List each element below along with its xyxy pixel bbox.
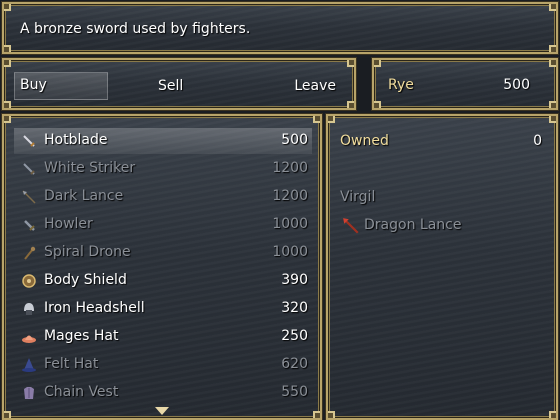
item-price: 1000 — [272, 244, 308, 260]
owned-count: 0 — [533, 133, 542, 149]
frame-corner — [313, 116, 320, 123]
item-price: 500 — [281, 132, 308, 148]
spear-icon — [343, 218, 359, 234]
item-name: Spiral Drone — [44, 244, 131, 260]
item-name: Iron Headshell — [44, 300, 145, 316]
frame-corner — [313, 411, 320, 418]
frame-corner — [549, 4, 556, 11]
shop-item-row[interactable]: Spiral Drone 1000 — [14, 240, 312, 266]
shop-item-row[interactable]: Chain Vest 550 — [14, 380, 312, 406]
leave-command[interactable]: Leave — [294, 76, 336, 98]
frame-corner — [4, 411, 11, 418]
shop-item-row[interactable]: Felt Hat 620 — [14, 352, 312, 378]
shop-item-row[interactable]: Iron Headshell 320 — [14, 296, 312, 322]
actor-name: Virgil — [340, 189, 376, 205]
shop-item-row[interactable]: Body Shield 390 — [14, 268, 312, 294]
gold-amount: 500 — [503, 77, 530, 93]
item-price: 620 — [281, 356, 308, 372]
frame-corner — [347, 60, 354, 67]
item-name: Body Shield — [44, 272, 127, 288]
sword-icon — [20, 160, 38, 178]
shield-icon — [20, 272, 38, 290]
frame-corner — [347, 101, 354, 108]
wizard-hat-icon — [20, 356, 38, 374]
frame-corner — [4, 101, 11, 108]
buy-command[interactable]: Buy — [14, 72, 108, 100]
item-name: White Striker — [44, 160, 136, 176]
gold-window: Rye 500 — [371, 57, 559, 111]
item-price: 1200 — [272, 160, 308, 176]
help-window: A bronze sword used by fighters. — [1, 1, 559, 55]
item-name: Dark Lance — [44, 188, 124, 204]
shop-item-row[interactable]: White Striker 1200 — [14, 156, 312, 182]
help-text: A bronze sword used by fighters. — [20, 21, 251, 37]
frame-corner — [4, 116, 11, 123]
frame-corner — [549, 411, 556, 418]
currency-unit: Rye — [388, 77, 414, 93]
frame-corner — [374, 60, 381, 67]
sword-icon — [20, 132, 38, 150]
frame-corner — [328, 116, 335, 123]
hat-icon — [20, 328, 38, 346]
frame-corner — [549, 60, 556, 67]
frame-corner — [549, 101, 556, 108]
item-price: 390 — [281, 272, 308, 288]
item-price: 550 — [281, 384, 308, 400]
frame-corner — [4, 60, 11, 67]
item-price: 1200 — [272, 188, 308, 204]
shop-item-row[interactable]: Mages Hat 250 — [14, 324, 312, 350]
item-price: 1000 — [272, 216, 308, 232]
sword-icon — [20, 216, 38, 234]
frame-corner — [374, 101, 381, 108]
item-name: Chain Vest — [44, 384, 119, 400]
shop-item-row[interactable]: Hotblade 500 — [14, 128, 312, 154]
equipped-item-name: Dragon Lance — [364, 217, 462, 233]
item-price: 250 — [281, 328, 308, 344]
item-price: 320 — [281, 300, 308, 316]
shop-command-window: Buy Sell Leave — [1, 57, 357, 111]
shop-status-window: Owned 0 Virgil Dragon Lance — [325, 113, 559, 420]
owned-label: Owned — [340, 133, 389, 149]
item-name: Felt Hat — [44, 356, 99, 372]
frame-corner — [4, 4, 11, 11]
frame-corner — [4, 45, 11, 52]
item-name: Howler — [44, 216, 93, 232]
item-name: Hotblade — [44, 132, 108, 148]
staff-icon — [20, 244, 38, 262]
sell-command[interactable]: Sell — [158, 76, 183, 98]
helmet-icon — [20, 300, 38, 318]
shop-item-list: Hotblade 500 White Striker 1200 Dark Lan… — [1, 113, 323, 420]
shop-item-row[interactable]: Howler 1000 — [14, 212, 312, 238]
item-name: Mages Hat — [44, 328, 119, 344]
spear-icon — [20, 188, 38, 206]
scroll-down-arrow-icon[interactable] — [155, 407, 169, 415]
shop-item-row[interactable]: Dark Lance 1200 — [14, 184, 312, 210]
frame-corner — [549, 116, 556, 123]
frame-corner — [328, 411, 335, 418]
frame-corner — [549, 45, 556, 52]
armor-icon — [20, 384, 38, 402]
